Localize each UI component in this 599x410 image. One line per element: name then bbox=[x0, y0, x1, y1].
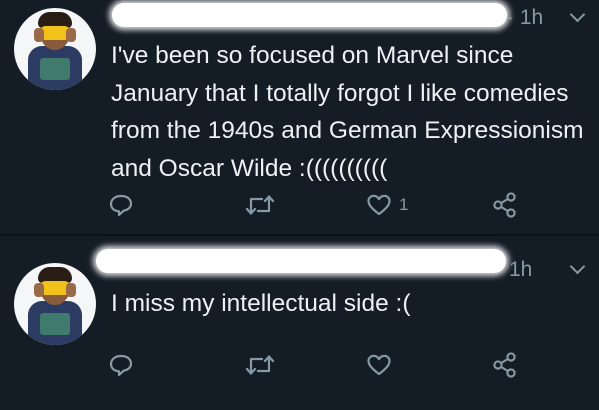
heart-icon bbox=[367, 194, 391, 216]
tweet-timestamp[interactable]: 1h bbox=[509, 258, 532, 282]
retweet-button[interactable] bbox=[245, 350, 275, 380]
share-button[interactable] bbox=[491, 190, 519, 220]
redacted-username bbox=[96, 249, 506, 273]
avatar[interactable] bbox=[14, 8, 96, 90]
like-count: 1 bbox=[399, 195, 409, 214]
tweet[interactable]: · 1h I've been so focused on Marvel sinc… bbox=[0, 0, 599, 234]
avatar-hand bbox=[66, 283, 76, 297]
redacted-username bbox=[112, 3, 507, 27]
chevron-down-icon[interactable] bbox=[569, 258, 586, 275]
chevron-down-icon[interactable] bbox=[569, 6, 586, 23]
reply-button[interactable] bbox=[108, 350, 134, 380]
avatar-shirt-print bbox=[40, 58, 70, 80]
share-button[interactable] bbox=[491, 350, 519, 380]
avatar-hand bbox=[34, 283, 44, 297]
tweet[interactable]: 1h I miss my intellectual side :( bbox=[0, 234, 599, 410]
avatar-shirt-print bbox=[40, 313, 70, 335]
reply-bubble-icon bbox=[109, 354, 133, 377]
retweet-icon bbox=[245, 355, 275, 375]
share-icon bbox=[493, 192, 516, 218]
heart-icon bbox=[367, 354, 391, 376]
tweet-actions: 1 bbox=[0, 190, 599, 220]
share-icon bbox=[493, 352, 516, 378]
avatar-hand bbox=[66, 28, 76, 42]
tweet-actions bbox=[0, 350, 599, 380]
like-button[interactable]: 1 bbox=[366, 190, 408, 220]
tweet-text: I miss my intellectual side :( bbox=[111, 290, 411, 317]
reply-button[interactable] bbox=[108, 190, 134, 220]
tweet-timestamp[interactable]: · 1h bbox=[507, 6, 543, 30]
retweet-button[interactable] bbox=[245, 190, 275, 220]
retweet-icon bbox=[245, 195, 275, 215]
like-button[interactable] bbox=[366, 350, 399, 380]
avatar-hand bbox=[34, 28, 44, 42]
tweet-text: I've been so focused on Marvel since Jan… bbox=[111, 42, 584, 182]
avatar[interactable] bbox=[14, 263, 96, 345]
reply-bubble-icon bbox=[109, 194, 133, 217]
